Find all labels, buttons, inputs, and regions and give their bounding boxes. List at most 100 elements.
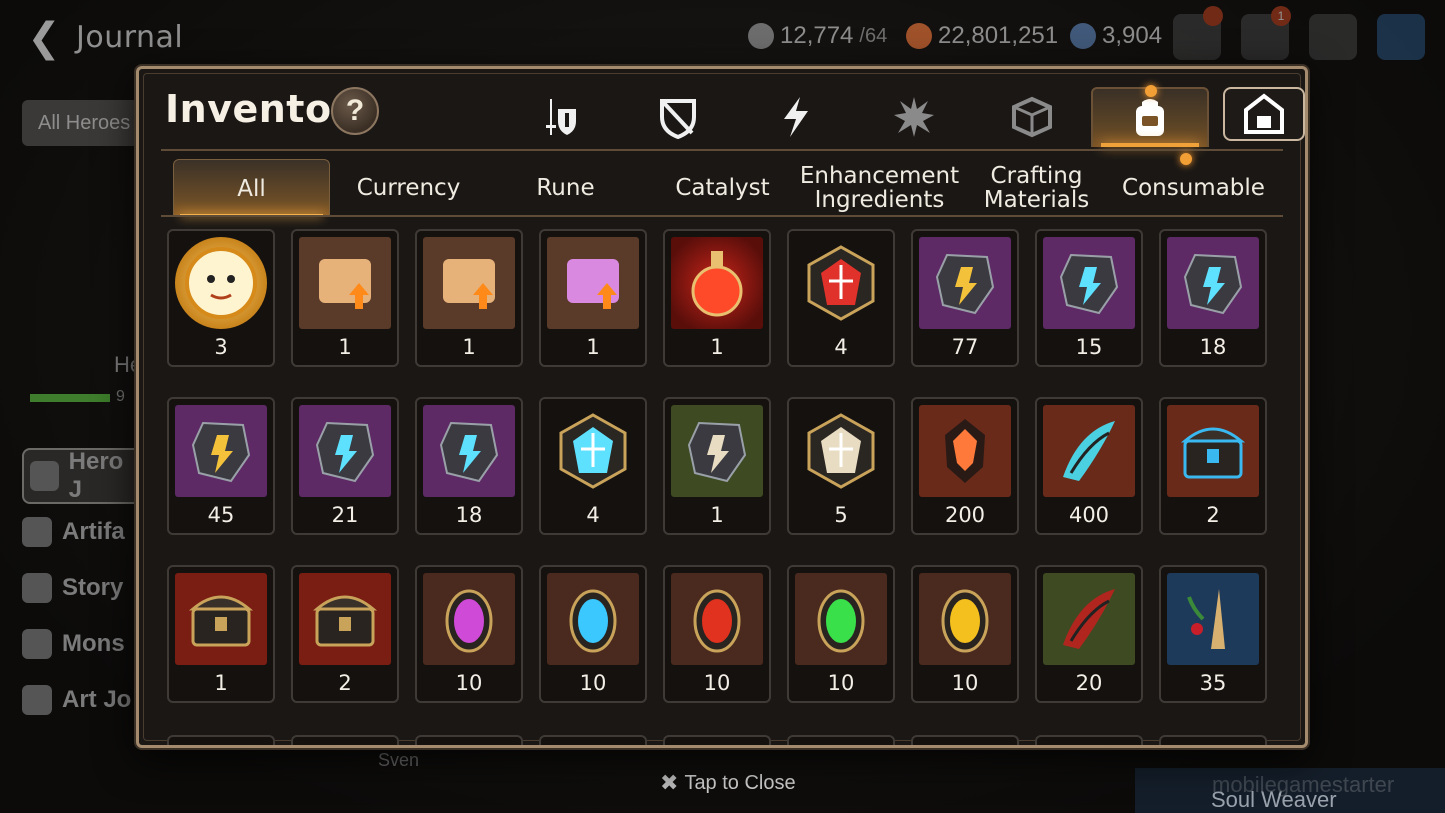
item-quantity: 10 [827, 671, 855, 695]
inventory-item[interactable]: 2 [1159, 397, 1267, 535]
inventory-item[interactable]: 2 [291, 565, 399, 703]
inventory-item[interactable]: 18 [1159, 229, 1267, 367]
inventory-item[interactable]: 45 [167, 397, 275, 535]
item-quantity: 1 [710, 335, 724, 359]
inventory-slot[interactable] [539, 735, 647, 745]
inventory-item[interactable]: 20 [1035, 565, 1143, 703]
inventory-slot[interactable] [787, 735, 895, 745]
tab-crafted[interactable] [973, 87, 1091, 147]
side-item-artifact[interactable]: Artifa [22, 504, 142, 560]
inventory-item[interactable]: 10 [787, 565, 895, 703]
item-quantity: 45 [207, 503, 235, 527]
tab-divider-top [161, 149, 1283, 151]
inventory-item[interactable]: 1 [167, 565, 275, 703]
side-item-monster[interactable]: Mons [22, 616, 142, 672]
cyan-gem-icon [547, 573, 639, 665]
blue-chest-icon [1167, 405, 1259, 497]
rainbow-scroll-upgrade-icon [547, 237, 639, 329]
inventory-slot[interactable] [911, 735, 1019, 745]
side-item-label: Artifa [62, 518, 125, 545]
inventory-item[interactable]: 21 [291, 397, 399, 535]
green-rune-hex-icon [795, 405, 887, 497]
chat-icon[interactable] [1309, 14, 1357, 60]
inventory-slot[interactable] [1035, 735, 1143, 745]
inventory-item[interactable]: 4 [787, 229, 895, 367]
side-item-art-journal[interactable]: Art Jo [22, 672, 142, 728]
stamina-cap: /64 [859, 24, 888, 47]
inventory-item[interactable]: 10 [539, 565, 647, 703]
inventory-item[interactable]: 1 [663, 397, 771, 535]
stamina-icon [748, 23, 774, 49]
inventory-item[interactable]: 1 [663, 229, 771, 367]
inventory-item[interactable]: 1 [539, 229, 647, 367]
side-item-label: Hero J [68, 448, 124, 503]
inventory-slot[interactable] [167, 735, 275, 745]
hammer-stone-icon [919, 237, 1011, 329]
purple-gem-icon [423, 573, 515, 665]
inventory-item[interactable]: 10 [663, 565, 771, 703]
tab-currency[interactable]: Currency [330, 159, 487, 217]
tab-equipment[interactable] [501, 87, 619, 147]
inventory-item[interactable]: 3 [167, 229, 275, 367]
item-quantity: 21 [331, 503, 359, 527]
side-item-hero-journal[interactable]: Hero J [22, 448, 142, 504]
inventory-item[interactable]: 18 [415, 397, 523, 535]
inventory-item[interactable]: 400 [1035, 397, 1143, 535]
side-item-label: Art Jo [62, 686, 132, 713]
inventory-item[interactable]: 77 [911, 229, 1019, 367]
mail-badge: 1 [1271, 6, 1291, 26]
tab-storage[interactable] [1223, 87, 1305, 141]
item-quantity: 35 [1199, 671, 1227, 695]
tab-rune[interactable]: Rune [487, 159, 644, 217]
hero-name-label: Sven [378, 750, 420, 770]
tab-artifact[interactable] [737, 87, 855, 147]
tab-catalyst-filter[interactable]: Catalyst [644, 159, 801, 217]
inventory-item[interactable]: 10 [415, 565, 523, 703]
help-button[interactable]: ? [331, 87, 379, 135]
shop-icon[interactable] [1173, 6, 1223, 60]
tab-catalyst[interactable] [855, 87, 973, 147]
red-ore-icon [919, 405, 1011, 497]
inventory-slot[interactable] [291, 735, 399, 745]
inventory-modal: Inventory ? All Currency Rune Catalyst E… [136, 66, 1308, 748]
crafted-cube-icon [1012, 96, 1052, 138]
mail-icon[interactable]: 1 [1241, 6, 1291, 60]
inventory-slot[interactable] [415, 735, 523, 745]
side-item-story[interactable]: Story [22, 560, 142, 616]
inventory-item[interactable]: 1 [291, 229, 399, 367]
inventory-slot[interactable] [1159, 735, 1267, 745]
tab-all[interactable]: All [173, 159, 330, 217]
inventory-next-row [167, 735, 1277, 745]
hero-progress-bar [30, 394, 110, 402]
tab-crafting-materials[interactable]: Crafting Materials [958, 159, 1115, 217]
tab-consumable[interactable]: Consumable [1115, 153, 1272, 217]
inventory-item[interactable]: 1 [415, 229, 523, 367]
item-quantity: 3 [214, 335, 228, 359]
inventory-item[interactable]: 5 [787, 397, 895, 535]
item-quantity: 4 [834, 335, 848, 359]
item-quantity: 20 [1075, 671, 1103, 695]
inventory-item[interactable]: 35 [1159, 565, 1267, 703]
inventory-item[interactable]: 4 [539, 397, 647, 535]
inventory-item[interactable]: 200 [911, 397, 1019, 535]
item-quantity: 10 [455, 671, 483, 695]
artifact-icon [22, 517, 52, 547]
boot-stone-icon [1043, 237, 1135, 329]
tap-to-close[interactable]: ✖ Tap to Close [660, 770, 796, 796]
close-icon: ✖ [660, 770, 679, 795]
inventory-item[interactable]: 15 [1035, 229, 1143, 367]
red-potion-icon [671, 237, 763, 329]
tab-broken-equipment[interactable] [619, 87, 737, 147]
tab-enhancement-ingredients[interactable]: Enhancement Ingredients [800, 159, 959, 217]
inventory-slot[interactable] [663, 735, 771, 745]
inventory-item[interactable]: 10 [911, 565, 1019, 703]
tab-bag[interactable] [1091, 85, 1209, 147]
hero-filter-dropdown[interactable]: All Heroes [22, 100, 142, 146]
bag-alert-dot [1145, 85, 1157, 97]
hero-progress-value: 9 [116, 388, 125, 405]
back-arrow-icon[interactable]: ❮ [22, 16, 66, 60]
filter-tabs: All Currency Rune Catalyst Enhancement I… [173, 153, 1272, 217]
item-quantity: 1 [710, 503, 724, 527]
sword-stone-icon [1167, 237, 1259, 329]
menu-grid-icon[interactable] [1377, 14, 1425, 60]
